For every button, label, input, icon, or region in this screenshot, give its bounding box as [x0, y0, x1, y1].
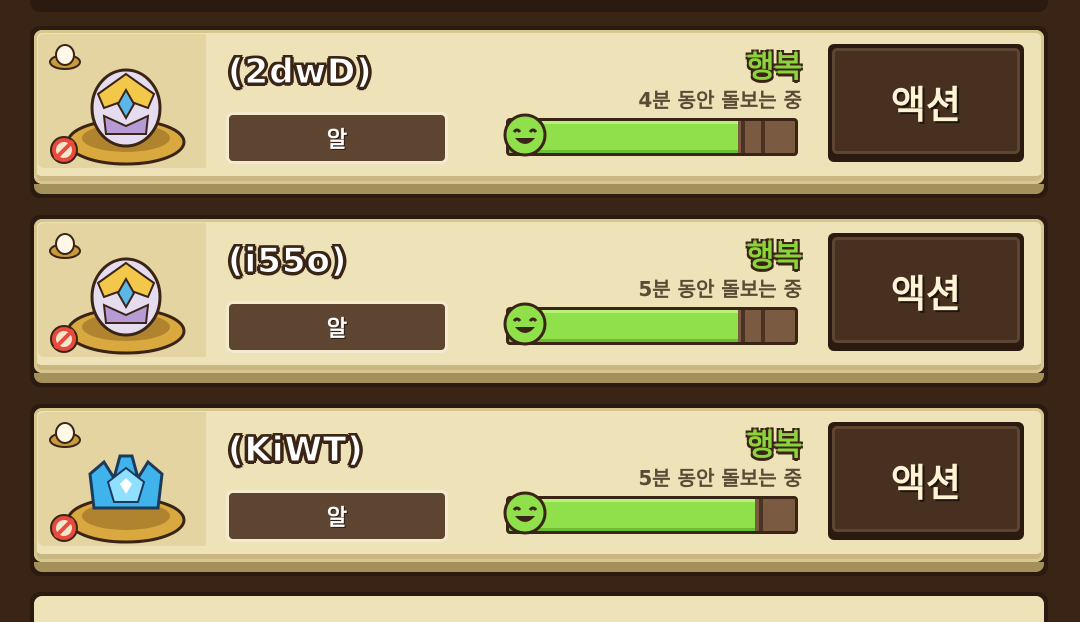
pet-stage-label: 알	[326, 128, 348, 153]
action-button-face: 액션	[832, 426, 1020, 532]
mood-label: 행복	[746, 428, 802, 463]
action-button-label: 액션	[891, 271, 961, 316]
action-button-label: 액션	[891, 82, 961, 127]
happiness-bar-divider	[759, 499, 763, 531]
pet-stage-label: 알	[326, 317, 348, 342]
pet-name: (KiWT)	[228, 430, 364, 471]
care-status-text: 5분 동안 돌보는 중	[638, 466, 802, 490]
happy-face-icon	[503, 302, 547, 346]
purple-crystal-egg-icon	[66, 257, 186, 355]
pet-avatar-panel[interactable]	[38, 223, 206, 357]
happiness-bar	[506, 496, 798, 534]
pet-card: (i55o) 알 행복 5분 동안 돌보는 중 액션	[30, 215, 1048, 387]
action-button-face: 액션	[832, 48, 1020, 154]
action-button[interactable]: 액션	[828, 233, 1024, 351]
happy-face-icon	[503, 113, 547, 157]
care-status-text: 4분 동안 돌보는 중	[638, 88, 802, 112]
mood-label: 행복	[746, 239, 802, 274]
blue-crystal-egg-icon	[66, 454, 186, 544]
pet-stage-badge: 알	[226, 112, 448, 164]
no-entry-badge-icon	[50, 514, 78, 542]
happiness-bar-divider	[761, 310, 765, 342]
pet-avatar-panel[interactable]	[38, 34, 206, 168]
pet-card: (KiWT) 알 행복 5분 동안 돌보는 중 액션	[30, 404, 1048, 576]
action-button[interactable]: 액션	[828, 44, 1024, 162]
care-status-text: 5분 동안 돌보는 중	[638, 277, 802, 301]
pet-name: (i55o)	[227, 241, 348, 282]
previous-card-edge	[30, 0, 1048, 12]
pet-stage-label: 알	[326, 506, 348, 531]
happiness-bar-divider	[741, 121, 745, 153]
mood-label: 행복	[746, 50, 802, 85]
action-button-face: 액션	[832, 237, 1020, 343]
pet-card-lip	[34, 562, 1044, 572]
pet-card-lip	[34, 373, 1044, 383]
action-button-label: 액션	[891, 460, 961, 505]
pet-name: (2dwD)	[228, 52, 373, 93]
next-card-edge	[30, 592, 1048, 622]
happiness-bar	[506, 307, 798, 345]
pet-card: (2dwD) 알 행복 4분 동안 돌보는 중 액션	[30, 26, 1048, 198]
happy-face-icon	[503, 491, 547, 535]
pet-stage-badge: 알	[226, 490, 448, 542]
purple-crystal-egg-icon	[66, 68, 186, 166]
no-entry-badge-icon	[50, 325, 78, 353]
pet-avatar-panel[interactable]	[38, 412, 206, 546]
no-entry-badge-icon	[50, 136, 78, 164]
happiness-bar	[506, 118, 798, 156]
pet-stage-badge: 알	[226, 301, 448, 353]
happiness-bar-divider	[761, 121, 765, 153]
pet-card-lip	[34, 184, 1044, 194]
action-button[interactable]: 액션	[828, 422, 1024, 540]
happiness-bar-divider	[741, 310, 745, 342]
